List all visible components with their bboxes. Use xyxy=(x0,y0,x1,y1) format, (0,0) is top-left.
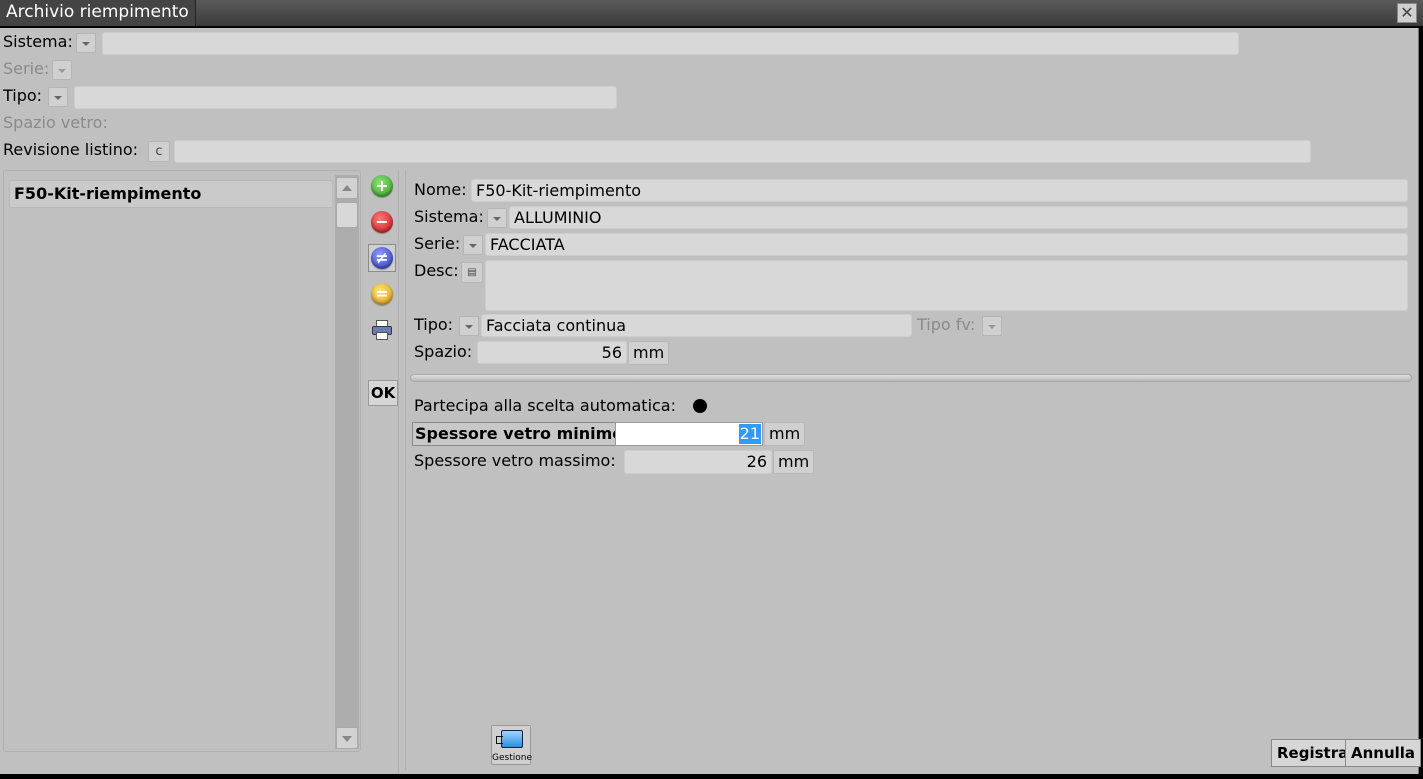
nome-field[interactable]: F50-Kit-riempimento xyxy=(471,179,1408,202)
spessore-min-unit: mm xyxy=(764,422,806,446)
desc-field[interactable] xyxy=(485,260,1408,311)
revisione-field[interactable] xyxy=(174,140,1311,163)
not-equal-icon: ≠ xyxy=(371,247,393,269)
compare-button[interactable]: ≠ xyxy=(368,244,396,272)
equal-icon: = xyxy=(371,283,393,305)
filter-revisione-label: Revisione listino: xyxy=(3,140,139,159)
annulla-button[interactable]: Annulla xyxy=(1345,739,1422,767)
plus-icon: + xyxy=(371,175,393,197)
spessore-max-unit: mm xyxy=(773,450,815,474)
close-icon: ✕ xyxy=(1400,3,1414,22)
nome-label: Nome: xyxy=(414,180,467,199)
sistema-label: Sistema: xyxy=(414,207,484,226)
scroll-thumb[interactable] xyxy=(336,202,358,228)
title-bar: Archivio riempimento ✕ xyxy=(0,0,1423,26)
partecipa-label: Partecipa alla scelta automatica: xyxy=(414,396,676,415)
window-title: Archivio riempimento xyxy=(0,0,196,26)
spessore-min-value: 21 xyxy=(738,424,761,444)
desc-edit-button[interactable]: ▤ xyxy=(461,262,483,283)
record-list-panel: F50-Kit-riempimento xyxy=(3,170,361,752)
filter-serie-dropdown[interactable] xyxy=(52,60,72,80)
spazio-unit: mm xyxy=(628,341,670,365)
filter-serie-label: Serie: xyxy=(3,59,50,78)
filter-tipo-dropdown[interactable] xyxy=(48,87,68,107)
close-button[interactable]: ✕ xyxy=(1397,3,1417,23)
print-button[interactable] xyxy=(368,316,396,344)
filter-sistema-dropdown[interactable] xyxy=(76,33,96,53)
revisione-c-button[interactable]: c xyxy=(148,141,170,162)
tipo-label: Tipo: xyxy=(414,315,454,334)
list-item[interactable]: F50-Kit-riempimento xyxy=(9,180,333,208)
minus-icon: − xyxy=(371,211,393,233)
note-icon: ▤ xyxy=(467,267,477,278)
tipo-field[interactable]: Facciata continua xyxy=(481,314,912,337)
sistema-field[interactable]: ALLUMINIO xyxy=(509,206,1408,229)
serie-dropdown[interactable] xyxy=(463,235,483,255)
record-toolbar: + − ≠ = OK xyxy=(365,170,399,774)
tipo-dropdown[interactable] xyxy=(459,316,479,336)
serie-field[interactable]: FACCIATA xyxy=(485,233,1408,256)
filter-sistema-field[interactable] xyxy=(102,32,1239,55)
delete-button[interactable]: − xyxy=(368,208,396,236)
spessore-min-input[interactable]: 21 xyxy=(615,422,763,446)
filter-tipo-field[interactable] xyxy=(74,86,617,109)
desc-label: Desc: xyxy=(414,261,459,280)
list-scrollbar[interactable] xyxy=(335,175,359,749)
spazio-field[interactable]: 56 xyxy=(477,341,627,364)
duplicate-button[interactable]: = xyxy=(368,280,396,308)
gestione-label: Gestione xyxy=(492,753,532,763)
spessore-min-label: Spessore vetro minimo: xyxy=(412,422,633,446)
tipo-fv-dropdown[interactable] xyxy=(982,316,1002,336)
serie-label: Serie: xyxy=(414,234,461,253)
registra-button[interactable]: Registra xyxy=(1271,739,1355,767)
tipo-fv-label: Tipo fv: xyxy=(917,315,976,334)
filter-sistema-label: Sistema: xyxy=(3,32,73,51)
filter-tipo-label: Tipo: xyxy=(3,86,43,105)
scroll-down-button[interactable] xyxy=(336,727,358,749)
add-button[interactable]: + xyxy=(368,172,396,200)
detail-panel: Nome: F50-Kit-riempimento Sistema: ALLUM… xyxy=(405,170,1414,770)
main-window: Sistema: Serie: Tipo: Spazio vetro: Revi… xyxy=(0,28,1422,774)
scroll-up-button[interactable] xyxy=(336,177,358,199)
printer-icon xyxy=(371,320,393,340)
section-separator xyxy=(410,374,1412,382)
partecipa-toggle[interactable] xyxy=(693,399,707,413)
spessore-max-label: Spessore vetro massimo: xyxy=(414,451,616,470)
gestione-icon xyxy=(496,730,523,748)
spazio-label: Spazio: xyxy=(414,342,473,361)
gestione-button[interactable]: Gestione xyxy=(491,725,532,765)
spessore-max-field[interactable]: 26 xyxy=(624,450,772,474)
filter-spazio-vetro-label: Spazio vetro: xyxy=(3,113,108,132)
sistema-dropdown[interactable] xyxy=(487,208,507,228)
ok-button[interactable]: OK xyxy=(368,380,398,406)
